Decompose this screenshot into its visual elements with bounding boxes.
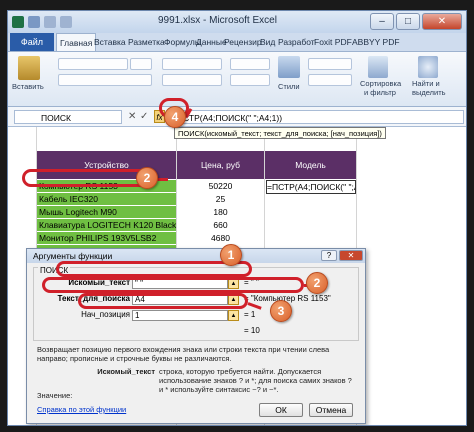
arg-result-start-num: = 1 (244, 310, 256, 319)
cell-price-3[interactable]: 180 (177, 206, 264, 218)
tab-developer[interactable]: Разработ (278, 33, 315, 51)
tab-abbyy-pdf[interactable]: ABBYY PDF (352, 33, 400, 51)
minimize-button[interactable]: – (370, 13, 394, 30)
styles-label: Стили (278, 82, 300, 91)
tab-insert[interactable]: Вставка (94, 33, 126, 51)
arg-help-label: Искомый_текст (97, 367, 155, 376)
name-box[interactable]: ПОИСК (14, 110, 122, 124)
select-label: выделить (412, 88, 446, 97)
save-icon[interactable] (28, 16, 40, 28)
callout-oval-arg2 (42, 277, 304, 293)
sort-filter-icon[interactable] (368, 56, 388, 78)
cancel-button[interactable]: Отмена (309, 403, 353, 417)
font-name-select[interactable] (58, 58, 128, 70)
cells-toolbar[interactable] (308, 58, 352, 70)
cell-device-3[interactable]: Мышь Logitech M90 (37, 206, 176, 218)
cell-model-1[interactable]: =ПСТР(A4;ПОИСК(" ";A4;1) (266, 180, 356, 194)
callout-oval-arg3 (78, 293, 248, 309)
tab-foxit-pdf[interactable]: Foxit PDF (314, 33, 352, 51)
dialog-close-button[interactable]: ✕ (339, 250, 363, 261)
paste-label: Вставить (12, 82, 44, 91)
styles-icon[interactable] (278, 56, 300, 78)
callout-oval-arg1 (56, 261, 252, 277)
alignment-toolbar[interactable] (162, 58, 222, 70)
header-model[interactable]: Модель (265, 151, 356, 179)
function-description: Возвращает позицию первого вхождения зна… (37, 345, 330, 363)
cell-price-5[interactable]: 4680 (177, 232, 264, 244)
find-label: Найти и (412, 79, 440, 88)
tab-view[interactable]: Вид (260, 33, 275, 51)
collapse-dialog-icon[interactable]: ▲ (228, 310, 239, 321)
ribbon: Вставить Стили Сортировка и фильтр Найти… (8, 51, 466, 107)
callout-badge-4: 4 (164, 106, 186, 128)
paste-icon[interactable] (18, 56, 40, 80)
callout-badge-2b: 2 (306, 272, 328, 294)
enter-icon[interactable]: ✓ (140, 111, 148, 122)
filter-label: и фильтр (364, 88, 396, 97)
callout-badge-2: 2 (136, 167, 158, 189)
tab-review[interactable]: Рецензир (224, 33, 262, 51)
dialog-title: Аргументы функции (33, 251, 113, 261)
dialog-help-button[interactable]: ? (321, 250, 337, 261)
function-tooltip: ПОИСК(искомый_текст; текст_для_поиска; [… (174, 127, 386, 139)
arg-help-text: строка, которую требуется найти. Допуска… (159, 367, 352, 394)
value-label: Значение: (37, 391, 73, 400)
tab-home[interactable]: Главная (56, 33, 97, 51)
tab-page-layout[interactable]: Разметка (128, 33, 165, 51)
arg-input-start-num[interactable]: 1 (132, 310, 228, 321)
tab-file[interactable]: Файл (10, 33, 54, 51)
excel-window: 9991.xlsx - Microsoft Excel – □ ✕ Файл Г… (7, 10, 467, 426)
number-format-select[interactable] (230, 58, 270, 70)
find-icon[interactable] (418, 56, 438, 78)
cell-price-2[interactable]: 25 (177, 193, 264, 205)
format-toolbar[interactable] (308, 74, 352, 86)
excel-logo-icon (12, 16, 24, 28)
number-toolbar[interactable] (230, 74, 270, 86)
cell-device-4[interactable]: Клавиатура LOGITECH K120 Black USB (37, 219, 176, 231)
sort-label: Сортировка (360, 79, 402, 88)
ok-button[interactable]: ОК (259, 403, 303, 417)
cell-device-2[interactable]: Кабель IEC320 (37, 193, 176, 205)
callout-badge-3: 3 (270, 300, 292, 322)
cell-price-1[interactable]: 50220 (177, 180, 264, 192)
cell-device-5[interactable]: Монитор PHILIPS 193V5LSB2 (37, 232, 176, 244)
callout-badge-1: 1 (220, 244, 242, 266)
cancel-icon[interactable]: ✕ (128, 111, 136, 122)
window-title: 9991.xlsx - Microsoft Excel (158, 15, 277, 26)
indent-toolbar[interactable] (162, 74, 222, 86)
close-button[interactable]: ✕ (422, 13, 462, 30)
font-size-select[interactable] (130, 58, 152, 70)
help-link[interactable]: Справка по этой функции (37, 405, 126, 414)
font-format-toolbar[interactable] (58, 74, 152, 86)
redo-icon[interactable] (60, 16, 72, 28)
title-bar: 9991.xlsx - Microsoft Excel – □ ✕ (8, 11, 466, 33)
undo-icon[interactable] (44, 16, 56, 28)
header-price[interactable]: Цена, руб (177, 151, 264, 179)
formula-input[interactable]: =ПСТР(A4;ПОИСК(" ";A4;1)) (168, 110, 464, 124)
arg-label-start-num: Нач_позиция (81, 310, 130, 319)
cell-price-4[interactable]: 660 (177, 219, 264, 231)
formula-result: = 10 (244, 326, 260, 335)
tab-data[interactable]: Данные (196, 33, 227, 51)
maximize-button[interactable]: □ (396, 13, 420, 30)
